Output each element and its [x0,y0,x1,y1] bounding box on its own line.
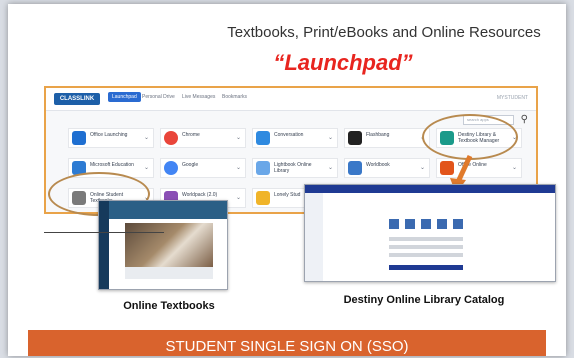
arrow-to-destiny [455,154,473,184]
destiny-catalog-thumbnail [304,184,556,282]
slide: Textbooks, Print/eBooks and Online Resou… [8,4,566,356]
sso-banner: STUDENT SINGLE SIGN ON (SSO) [28,330,546,356]
online-textbooks-thumbnail [98,200,228,290]
divider-line [44,232,164,233]
caption-online-textbooks: Online Textbooks [123,300,215,312]
caption-destiny: Destiny Online Library Catalog [343,294,505,306]
